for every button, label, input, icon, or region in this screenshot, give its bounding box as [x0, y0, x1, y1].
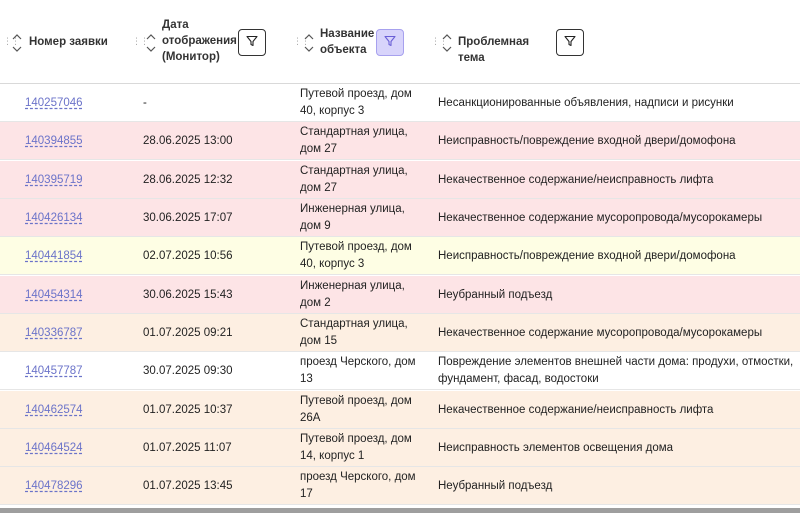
problem-topic: Некачественное содержание мусоропровода/…	[438, 211, 763, 224]
filter-icon	[384, 35, 396, 50]
object-name: Инженерная улица, дом 9	[300, 203, 405, 232]
column-header-object[interactable]: Название объекта	[320, 26, 380, 58]
column-header-topic[interactable]: Проблемная тема	[458, 34, 558, 66]
problem-topic: Некачественное содержание/неисправность …	[438, 173, 714, 186]
display-date: 01.07.2025 10:37	[143, 404, 233, 416]
object-name: проезд Черского, дом 17	[300, 471, 416, 500]
drag-handle-icon[interactable]: ⋮⋮	[293, 37, 310, 46]
table-row[interactable]: 140426134 30.06.2025 17:07 Инженерная ул…	[0, 199, 800, 237]
object-name: проезд Черского, дом 13	[300, 356, 416, 385]
request-number-link[interactable]: 140426134	[25, 199, 83, 237]
object-name: Путевой проезд, дом 40, корпус 3	[300, 88, 412, 117]
display-date: 28.06.2025 12:32	[143, 174, 233, 186]
display-date: -	[143, 97, 147, 109]
table-row[interactable]: 140441854 02.07.2025 10:56 Путевой проез…	[0, 237, 800, 275]
request-number-link[interactable]: 140394855	[25, 122, 83, 160]
request-number-link[interactable]: 140395719	[25, 161, 83, 199]
problem-topic: Неисправность элементов освещения дома	[438, 441, 674, 454]
request-number-link[interactable]: 140454314	[25, 276, 83, 314]
table-row[interactable]: 140464524 01.07.2025 11:07 Путевой проез…	[0, 429, 800, 467]
object-name: Стандартная улица, дом 15	[300, 318, 408, 347]
problem-topic: Неисправность/повреждение входной двери/…	[438, 249, 736, 262]
display-date: 01.07.2025 11:07	[143, 442, 232, 454]
table-row[interactable]: 140462574 01.07.2025 10:37 Путевой проез…	[0, 391, 800, 429]
object-name: Путевой проезд, дом 26А	[300, 395, 412, 424]
request-number-link[interactable]: 140462574	[25, 391, 83, 429]
table-row[interactable]: 140336787 01.07.2025 09:21 Стандартная у…	[0, 314, 800, 352]
request-number-link[interactable]: 140441854	[25, 237, 83, 275]
table-row[interactable]: 140257046 - Путевой проезд, дом 40, корп…	[0, 84, 800, 122]
problem-topic: Некачественное содержание/неисправность …	[438, 403, 714, 416]
object-name: Путевой проезд, дом 14, корпус 1	[300, 433, 412, 462]
problem-topic: Неубранный подъезд	[438, 288, 553, 301]
sort-toggle-icon[interactable]	[12, 32, 22, 54]
drag-handle-icon[interactable]: ⋮⋮	[132, 37, 149, 46]
problem-topic: Некачественное содержание мусоропровода/…	[438, 326, 763, 339]
drag-handle-icon[interactable]: ⋮⋮	[3, 37, 20, 46]
display-date: 28.06.2025 13:00	[143, 135, 233, 147]
problem-topic: Несанкционированные объявления, надписи …	[438, 96, 734, 109]
request-number-link[interactable]: 140464524	[25, 429, 83, 467]
horizontal-scrollbar[interactable]	[0, 508, 800, 513]
object-name: Инженерная улица, дом 2	[300, 280, 405, 309]
date-filter-button[interactable]	[238, 29, 266, 56]
table-row[interactable]: 140395719 28.06.2025 12:32 Стандартная у…	[0, 161, 800, 199]
request-number-link[interactable]: 140478296	[25, 467, 83, 505]
display-date: 01.07.2025 13:45	[143, 480, 233, 492]
filter-icon	[246, 35, 258, 50]
display-date: 02.07.2025 10:56	[143, 250, 233, 262]
request-number-link[interactable]: 140257046	[25, 84, 83, 122]
filter-icon	[564, 35, 576, 50]
object-filter-button[interactable]	[376, 29, 404, 56]
request-number-link[interactable]: 140457787	[25, 352, 83, 390]
problem-topic: Повреждение элементов внешней части дома…	[438, 356, 794, 385]
column-header-date[interactable]: Дата отображения (Монитор)	[162, 17, 242, 65]
drag-handle-icon[interactable]: ⋮⋮	[431, 37, 448, 46]
column-header-number[interactable]: Номер заявки	[29, 34, 129, 50]
object-name: Путевой проезд, дом 40, корпус 3	[300, 241, 412, 270]
display-date: 01.07.2025 09:21	[143, 327, 233, 339]
topic-filter-button[interactable]	[556, 29, 584, 56]
display-date: 30.06.2025 17:07	[143, 212, 233, 224]
table-row[interactable]: 140454314 30.06.2025 15:43 Инженерная ул…	[0, 276, 800, 314]
object-name: Стандартная улица, дом 27	[300, 165, 408, 194]
problem-topic: Неубранный подъезд	[438, 479, 553, 492]
sort-toggle-icon[interactable]	[304, 32, 314, 54]
requests-table: ⋮⋮ Номер заявки ⋮⋮ Дата отображения (Мон…	[0, 0, 800, 513]
display-date: 30.06.2025 15:43	[143, 289, 233, 301]
table-row[interactable]: 140394855 28.06.2025 13:00 Стандартная у…	[0, 122, 800, 160]
object-name: Стандартная улица, дом 27	[300, 126, 408, 155]
sort-toggle-icon[interactable]	[146, 32, 156, 54]
display-date: 30.07.2025 09:30	[143, 365, 233, 377]
request-number-link[interactable]: 140336787	[25, 314, 83, 352]
table-row[interactable]: 140478296 01.07.2025 13:45 проезд Черско…	[0, 467, 800, 505]
table-header: ⋮⋮ Номер заявки ⋮⋮ Дата отображения (Мон…	[0, 0, 800, 84]
sort-toggle-icon[interactable]	[442, 32, 452, 54]
table-row[interactable]: 140457787 30.07.2025 09:30 проезд Черско…	[0, 352, 800, 390]
problem-topic: Неисправность/повреждение входной двери/…	[438, 134, 736, 147]
